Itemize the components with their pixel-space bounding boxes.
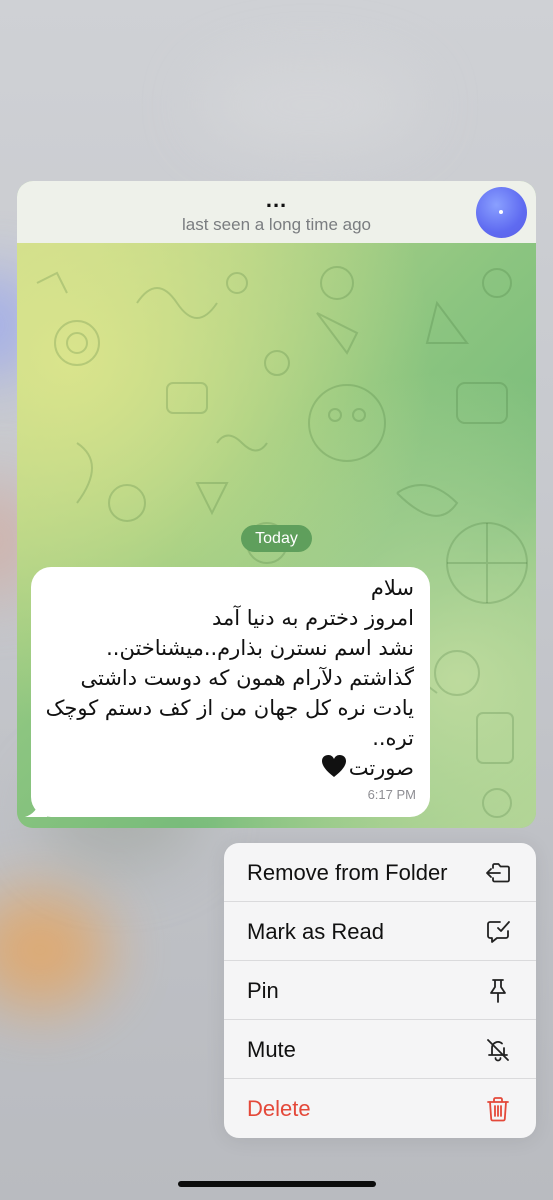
menu-item-remove-from-folder[interactable]: Remove from Folder — [224, 843, 536, 902]
menu-item-mark-as-read[interactable]: Mark as Read — [224, 902, 536, 961]
message-line-last: صورتت — [34, 753, 414, 783]
folder-remove-icon — [486, 863, 510, 883]
pin-icon — [490, 979, 506, 1003]
chat-header: ... last seen a long time ago — [17, 181, 536, 243]
message-line: یادت نره کل جهان من از کف دستم کوچک — [45, 696, 414, 720]
avatar[interactable] — [476, 187, 527, 238]
menu-item-pin[interactable]: Pin — [224, 961, 536, 1020]
menu-item-label: Delete — [247, 1096, 311, 1121]
menu-item-label: Mark as Read — [247, 919, 384, 944]
chat-title: ... — [265, 187, 288, 212]
message-line: سلام — [370, 576, 414, 600]
message-line: امروز دخترم به دنیا آمد — [211, 606, 414, 630]
trash-icon — [487, 1097, 509, 1122]
menu-item-label: Pin — [247, 978, 279, 1003]
home-indicator[interactable] — [178, 1181, 376, 1187]
menu-item-mute[interactable]: Mute — [224, 1020, 536, 1079]
message-line: نشد اسم نسترن بذارم..میشناختن.. — [106, 636, 414, 660]
message-line: تره.. — [372, 726, 414, 750]
bell-mute-icon — [487, 1039, 509, 1062]
message-line: گذاشتم دلآرام همون که دوست داشتی — [80, 666, 414, 690]
black-heart-icon — [321, 755, 346, 777]
menu-item-delete[interactable]: Delete — [224, 1079, 536, 1138]
context-menu: Remove from Folder Mark as Read Pin Mute… — [224, 843, 536, 1138]
message-bubble[interactable]: سلام امروز دخترم به دنیا آمد نشد اسم نست… — [31, 567, 430, 817]
chat-preview-card[interactable]: ... last seen a long time ago Today سلام… — [17, 181, 536, 828]
mark-read-icon — [487, 921, 510, 943]
menu-item-label: Mute — [247, 1037, 296, 1062]
message-line-text: صورتت — [348, 756, 414, 780]
chat-status: last seen a long time ago — [181, 215, 371, 234]
message-time: 6:17 PM — [367, 787, 416, 802]
date-chip: Today — [241, 525, 312, 552]
message-text: سلام امروز دخترم به دنیا آمد نشد اسم نست… — [34, 573, 414, 783]
menu-item-label: Remove from Folder — [247, 860, 448, 885]
